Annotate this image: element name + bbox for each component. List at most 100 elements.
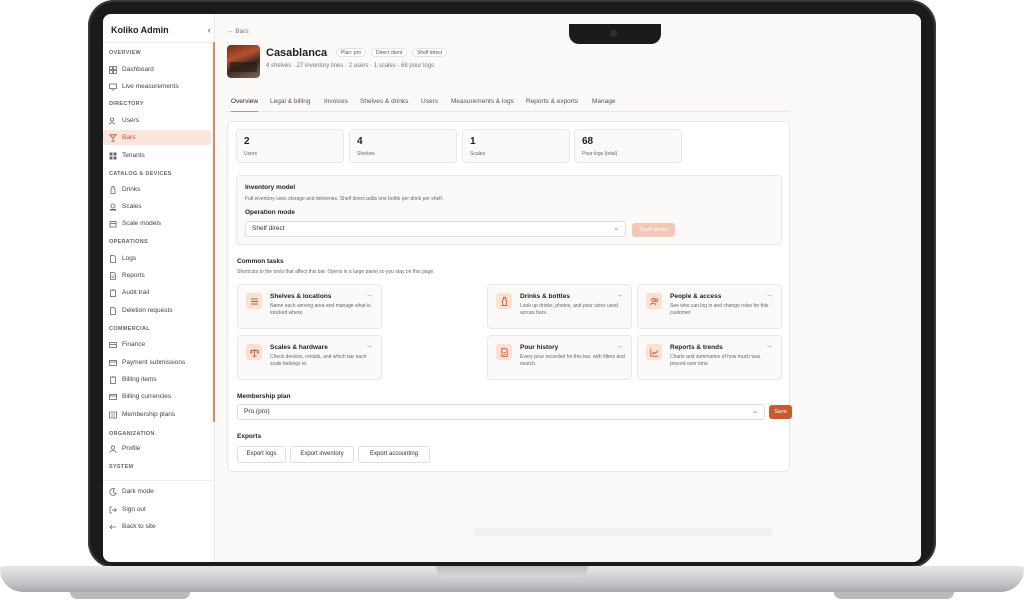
sidebar-item-users[interactable]: Users	[103, 113, 211, 128]
export-logs-button[interactable]: Export logs	[237, 446, 286, 463]
stat-label: Shelves	[357, 151, 375, 157]
back-to-site-label: Back to site	[122, 523, 156, 530]
section-overview: OVERVIEW	[109, 50, 141, 56]
document-icon	[109, 306, 117, 315]
export-inventory-button[interactable]: Export inventory	[290, 446, 354, 463]
tab-shelves-drinks[interactable]: Shelves & drinks	[360, 98, 408, 112]
task-reports-trends[interactable]: Reports & trends → Charts and summaries …	[637, 335, 782, 380]
camera-icon	[610, 30, 617, 37]
section-system: SYSTEM	[109, 464, 134, 470]
screen: Koliko Admin ‹ OVERVIEW Dashboard Live m…	[103, 14, 921, 562]
sidebar-item-label: Logs	[122, 255, 137, 262]
chart-icon	[646, 344, 662, 360]
stat-shelves: 4 Shelves	[349, 129, 457, 163]
membership-save-button[interactable]: Save	[769, 405, 792, 419]
task-people-access[interactable]: People & access → See who can log in and…	[637, 284, 782, 329]
monitor-icon	[109, 83, 117, 91]
laptop-foot	[70, 592, 190, 599]
stat-value: 2	[244, 136, 250, 147]
sidebar-item-label: Scale models	[122, 220, 162, 227]
arrow-right-icon: →	[366, 292, 373, 299]
client-badge: Direct client	[371, 48, 408, 57]
tab-manage[interactable]: Manage	[592, 98, 616, 112]
common-tasks-title: Common tasks	[237, 258, 284, 265]
tab-measurements-logs[interactable]: Measurements & logs	[451, 98, 514, 112]
laptop-base-notch	[436, 566, 588, 578]
task-drinks-bottles[interactable]: Drinks & bottles → Look up drinks, photo…	[487, 284, 632, 329]
sidebar-item-payment-submissions[interactable]: Payment submissions	[103, 355, 211, 370]
sign-out-button[interactable]: Sign out	[103, 502, 211, 517]
sidebar-item-dashboard[interactable]: Dashboard	[103, 62, 211, 77]
sidebar-item-live-measurements[interactable]: Live measurements	[103, 79, 211, 94]
document-icon	[109, 254, 117, 263]
sidebar-item-label: Deletion requests	[122, 307, 173, 314]
task-shelves-locations[interactable]: Shelves & locations → Name each serving …	[237, 284, 382, 329]
sidebar-item-finance[interactable]: Finance	[103, 337, 211, 352]
card-icon	[109, 393, 117, 401]
page-bottom-shadow	[473, 528, 773, 536]
sidebar-item-scales[interactable]: Scales	[103, 199, 211, 214]
task-description: Charts and summaries of how much was pou…	[670, 354, 761, 367]
sidebar-item-profile[interactable]: Profile	[103, 441, 211, 456]
section-commercial: COMMERCIAL	[109, 326, 150, 332]
moon-icon	[109, 487, 117, 496]
sidebar-item-reports[interactable]: Reports	[103, 268, 211, 283]
exports-title: Exports	[237, 433, 262, 440]
sidebar-item-billing-items[interactable]: Billing items	[103, 372, 211, 387]
tab-users[interactable]: Users	[421, 98, 438, 112]
collapse-sidebar-button[interactable]: ‹	[208, 25, 211, 36]
grid-icon	[109, 65, 117, 74]
task-description: Check devices, rentals, and which bar ea…	[270, 354, 367, 367]
tab-legal-billing[interactable]: Legal & billing	[270, 98, 310, 112]
stat-users: 2 Users	[236, 129, 344, 163]
back-to-site-link[interactable]: Back to site	[103, 519, 211, 534]
bottle-icon	[109, 185, 117, 194]
export-accounting-button[interactable]: Export accounting	[358, 446, 430, 463]
task-description: See who can log in and change roles for …	[670, 303, 769, 316]
section-catalog: CATALOG & DEVICES	[109, 171, 172, 177]
stat-value: 1	[470, 136, 476, 147]
save-mode-button[interactable]: Save mode	[632, 223, 675, 237]
clipboard-icon	[109, 289, 117, 297]
sidebar-item-tenants[interactable]: Tenants	[103, 148, 211, 163]
sidebar-item-audit-trail[interactable]: Audit trail	[103, 285, 211, 300]
sidebar-item-label: Tenants	[122, 152, 145, 159]
inventory-model-panel: Inventory model Full inventory uses stor…	[236, 175, 782, 245]
sidebar-item-label: Profile	[122, 445, 141, 452]
sidebar-item-logs[interactable]: Logs	[103, 251, 211, 266]
arrow-right-icon: →	[766, 292, 773, 299]
membership-plan-select[interactable]: Pro (pro) ⌄	[237, 404, 765, 420]
sidebar-item-label: Reports	[122, 272, 145, 279]
brand-name: Koliko Admin	[111, 25, 169, 35]
box-icon	[109, 220, 117, 228]
operation-mode-select[interactable]: Shelf direct ⌄	[245, 221, 626, 237]
task-description: Name each serving area and manage what i…	[270, 303, 371, 316]
sidebar-item-deletion-requests[interactable]: Deletion requests	[103, 303, 211, 318]
sidebar-item-label: Live measurements	[122, 83, 179, 90]
sidebar: Koliko Admin ‹ OVERVIEW Dashboard Live m…	[103, 14, 215, 562]
sidebar-brand: Koliko Admin ‹	[111, 22, 211, 38]
sidebar-item-label: Drinks	[122, 186, 141, 193]
tab-overview[interactable]: Overview	[231, 98, 259, 112]
sidebar-item-scale-models[interactable]: Scale models	[103, 216, 211, 231]
sidebar-item-drinks[interactable]: Drinks	[103, 182, 211, 197]
chevron-down-icon: ⌄	[613, 225, 619, 232]
tab-invoices[interactable]: Invoices	[324, 98, 348, 112]
task-scales-hardware[interactable]: Scales & hardware → Check devices, renta…	[237, 335, 382, 380]
sidebar-item-label: Scales	[122, 203, 142, 210]
task-pour-history[interactable]: Pour history → Every pour recorded for t…	[487, 335, 632, 380]
sidebar-item-label: Dashboard	[122, 66, 154, 73]
task-title: Scales & hardware	[270, 344, 328, 351]
arrow-right-icon: →	[366, 343, 373, 350]
sidebar-item-membership-plans[interactable]: Membership plans	[103, 407, 211, 422]
tab-reports-exports[interactable]: Reports & exports	[526, 98, 578, 112]
sidebar-item-bars[interactable]: Bars	[103, 130, 211, 145]
operation-mode-value: Shelf direct	[252, 225, 285, 232]
tab-bar: Overview Legal & billing Invoices Shelve…	[227, 98, 790, 112]
dark-mode-toggle[interactable]: Dark mode	[103, 484, 211, 499]
back-link[interactable]: ← Bars	[227, 28, 249, 35]
operation-mode-label: Operation mode	[245, 209, 295, 216]
cocktail-icon	[109, 133, 117, 142]
dark-mode-label: Dark mode	[122, 488, 154, 495]
sidebar-item-billing-currencies[interactable]: Billing currencies	[103, 389, 211, 404]
